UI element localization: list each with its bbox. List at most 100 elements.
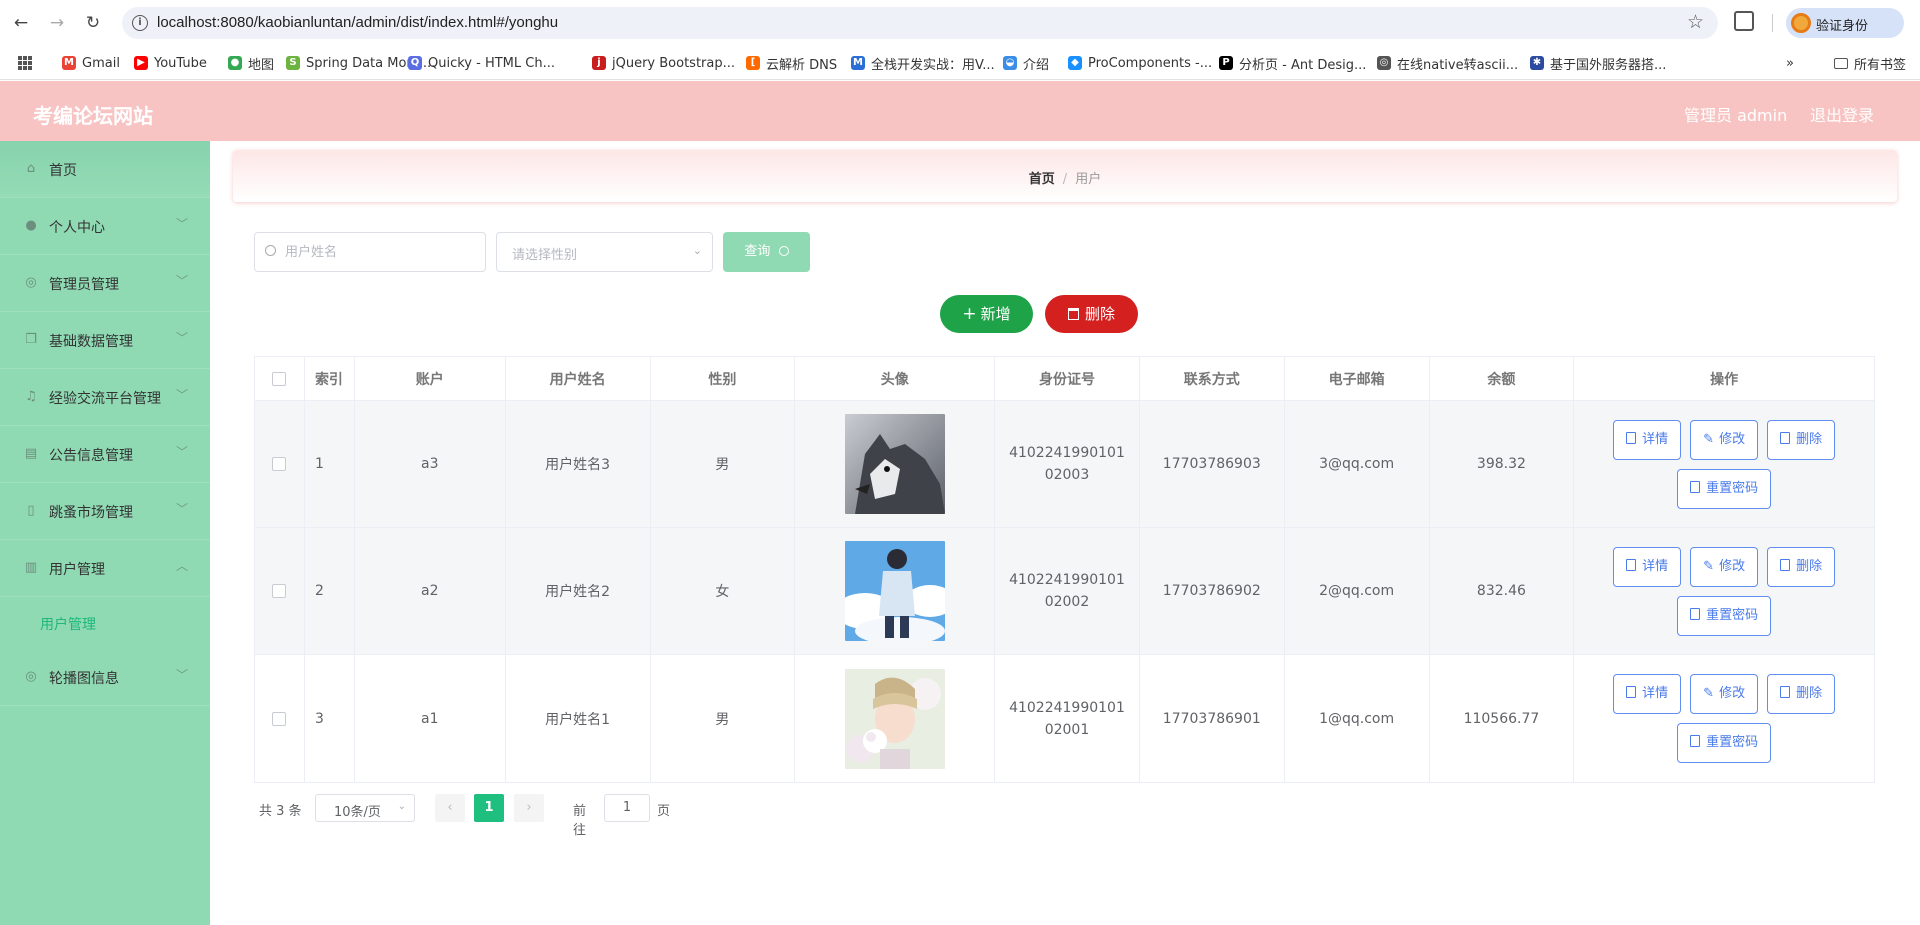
cell-account: a1 bbox=[355, 655, 506, 782]
url-text[interactable]: localhost:8080/kaobianluntan/admin/dist/… bbox=[157, 14, 558, 31]
sidebar-item-0[interactable]: ⌂ 首页 bbox=[0, 141, 210, 198]
header-index: 索引 bbox=[305, 357, 355, 400]
edit-button[interactable]: ✎ 修改 bbox=[1690, 419, 1759, 460]
bookmark-label: jQuery Bootstrap... bbox=[612, 55, 736, 71]
profile-button[interactable]: 验证身份 bbox=[1786, 8, 1904, 38]
page-size-select[interactable]: 10条/页 ⌄ bbox=[315, 794, 415, 822]
row-delete-button[interactable]: 删除 bbox=[1767, 546, 1836, 587]
bookmark-item[interactable]: ◆ ProComponents -... bbox=[1068, 54, 1212, 72]
row-delete-button[interactable]: 删除 bbox=[1767, 419, 1836, 460]
search-icon bbox=[778, 246, 789, 256]
sidebar-item-3[interactable]: ❐ 基础数据管理 ﹀ bbox=[0, 312, 210, 369]
sidebar-item-label: 个人中心 bbox=[49, 220, 105, 236]
trash-icon bbox=[1780, 686, 1791, 698]
gender-select[interactable]: 请选择性别 ⌄ bbox=[496, 232, 713, 272]
reload-icon[interactable]: ↻ bbox=[82, 12, 104, 34]
edit-button[interactable]: ✎ 修改 bbox=[1690, 546, 1759, 587]
sidebar-item-2[interactable]: ◎ 管理员管理 ﹀ bbox=[0, 255, 210, 312]
bookmark-item[interactable]: ◎ 在线native转ascii... bbox=[1377, 54, 1518, 73]
more-bookmarks-icon[interactable]: » bbox=[1786, 54, 1794, 72]
cell-balance: 110566.77 bbox=[1430, 655, 1575, 782]
cell-phone: 17703786901 bbox=[1140, 655, 1285, 782]
query-button[interactable]: 查询 bbox=[723, 232, 810, 272]
bookmark-item[interactable]: M Gmail bbox=[62, 54, 120, 72]
reset-password-button[interactable]: 重置密码 bbox=[1677, 723, 1772, 763]
sidebar-subitem-user-management[interactable]: 用户管理 bbox=[0, 597, 210, 649]
username-search-field[interactable] bbox=[254, 232, 486, 272]
bookmark-item[interactable]: [云解析 DNS bbox=[746, 54, 837, 73]
row-checkbox[interactable] bbox=[272, 711, 287, 726]
bookmark-item[interactable]: M 全栈开发实战：用V... bbox=[851, 54, 995, 73]
add-button[interactable]: + 新增 bbox=[940, 295, 1033, 333]
sidebar-item-label: 首页 bbox=[49, 163, 77, 179]
chevron-down-icon: ⌄ bbox=[692, 244, 702, 257]
current-page-button[interactable]: 1 bbox=[474, 794, 504, 822]
bookmark-favicon: P bbox=[1219, 56, 1233, 70]
goto-page-input[interactable]: 1 bbox=[604, 794, 650, 822]
next-page-button[interactable]: › bbox=[514, 794, 544, 822]
bookmark-item[interactable]: P 分析页 - Ant Desig... bbox=[1219, 54, 1366, 73]
site-info-icon[interactable]: i bbox=[132, 15, 148, 31]
logout-link[interactable]: 退出登录 bbox=[1810, 102, 1874, 126]
detail-button[interactable]: 详情 bbox=[1613, 419, 1682, 460]
sidebar-item-4[interactable]: ♫ 经验交流平台管理 ﹀ bbox=[0, 369, 210, 426]
folder-icon bbox=[1834, 57, 1848, 69]
header-email: 电子邮箱 bbox=[1285, 357, 1430, 400]
row-checkbox[interactable] bbox=[272, 584, 287, 598]
edit-button[interactable]: ✎ 修改 bbox=[1690, 674, 1759, 714]
sidebar-item-label: 跳蚤市场管理 bbox=[49, 505, 133, 521]
bookmark-item[interactable]: ▶ YouTube bbox=[134, 54, 207, 72]
cell-gender: 男 bbox=[651, 401, 796, 527]
sidebar-item-label: 公告信息管理 bbox=[49, 448, 133, 464]
breadcrumb-home[interactable]: 首页 bbox=[1029, 172, 1055, 187]
table-row: 3 a1 用户姓名1 男 410224199010102001 17703786… bbox=[255, 655, 1874, 782]
bookmark-item[interactable]: j jQuery Bootstrap... bbox=[592, 54, 735, 72]
all-bookmarks-label: 所有书签 bbox=[1854, 57, 1907, 73]
sidebar-item-6[interactable]: ▯ 跳蚤市场管理 ﹀ bbox=[0, 483, 210, 540]
bookmark-item[interactable]: ✱ 基于国外服务器搭... bbox=[1530, 54, 1666, 73]
detail-button-label: 详情 bbox=[1642, 558, 1669, 574]
username-search-input[interactable] bbox=[285, 242, 475, 262]
cell-avatar bbox=[795, 401, 996, 527]
detail-button-label: 详情 bbox=[1642, 431, 1669, 447]
bookmark-favicon: ◎ bbox=[1377, 56, 1391, 70]
bookmark-item[interactable]: ◒ 介绍 bbox=[1003, 54, 1049, 73]
husky-dog-image bbox=[844, 414, 945, 514]
extensions-icon[interactable] bbox=[1734, 11, 1754, 31]
bookmark-favicon: ◒ bbox=[1003, 56, 1017, 70]
cell-email: 2@qq.com bbox=[1285, 528, 1430, 654]
detail-button[interactable]: 详情 bbox=[1613, 546, 1682, 587]
row-checkbox[interactable] bbox=[272, 457, 287, 471]
sidebar-item-7[interactable]: ▥ 用户管理 ︿ bbox=[0, 540, 210, 597]
reset-password-button[interactable]: 重置密码 bbox=[1677, 468, 1772, 509]
batch-delete-button[interactable]: 删除 bbox=[1045, 295, 1138, 333]
bookmark-favicon: M bbox=[851, 56, 865, 70]
all-bookmarks[interactable]: 所有书签 bbox=[1834, 54, 1907, 73]
bookmark-item[interactable]: Q Quicky - HTML Ch... bbox=[408, 54, 555, 72]
row-delete-label: 删除 bbox=[1796, 558, 1823, 574]
document-icon bbox=[1626, 686, 1637, 698]
sidebar-item-1[interactable]: ● 个人中心 ﹀ bbox=[0, 198, 210, 255]
row-delete-button[interactable]: 删除 bbox=[1767, 674, 1836, 714]
reset-password-button[interactable]: 重置密码 bbox=[1677, 595, 1772, 636]
row-select-cell bbox=[255, 528, 305, 654]
sidebar-item-5[interactable]: ▤ 公告信息管理 ﹀ bbox=[0, 426, 210, 483]
sidebar-item-carousel[interactable]: ◎ 轮播图信息 ﹀ bbox=[0, 649, 210, 706]
cell-phone: 17703786902 bbox=[1140, 528, 1285, 654]
anime-boy-image bbox=[844, 541, 945, 641]
gender-select-placeholder: 请选择性别 bbox=[512, 248, 578, 263]
cell-account: a2 bbox=[355, 528, 506, 654]
back-icon[interactable]: ← bbox=[10, 12, 32, 34]
select-all-checkbox[interactable] bbox=[272, 371, 287, 386]
forward-icon[interactable]: → bbox=[46, 12, 68, 34]
detail-button[interactable]: 详情 bbox=[1613, 674, 1682, 714]
prev-page-button[interactable]: ‹ bbox=[435, 794, 465, 822]
bookmark-favicon: [ bbox=[746, 56, 760, 70]
apps-grid-icon[interactable] bbox=[18, 56, 32, 70]
cell-email: 1@qq.com bbox=[1285, 655, 1430, 782]
address-bar[interactable]: i localhost:8080/kaobianluntan/admin/dis… bbox=[122, 7, 1718, 39]
cell-actions: 详情 ✎ 修改 删除 重置密码 bbox=[1574, 528, 1874, 654]
bookmark-item[interactable]: ● 地图 bbox=[228, 54, 274, 73]
cell-actions: 详情 ✎ 修改 删除 重置密码 bbox=[1574, 401, 1874, 527]
bookmark-star-icon[interactable]: ☆ bbox=[1687, 11, 1704, 33]
